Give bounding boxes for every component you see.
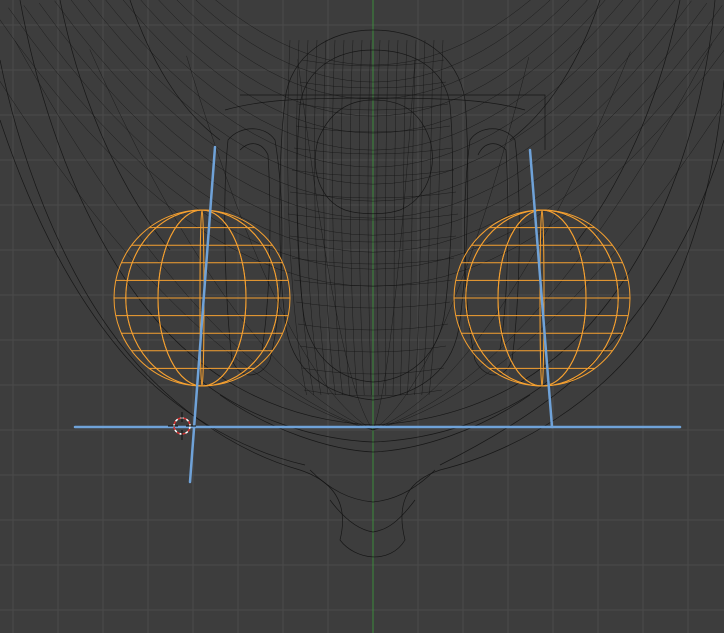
- 3d-viewport[interactable]: [0, 0, 724, 633]
